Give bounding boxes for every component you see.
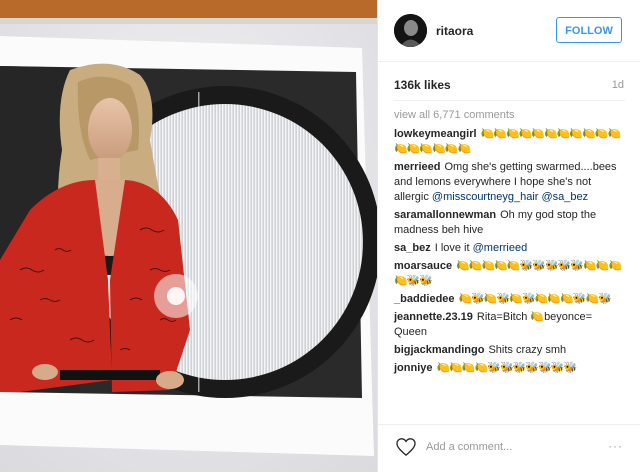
comment-text: Shits crazy smh bbox=[488, 344, 567, 356]
post-details-panel: ritaora FOLLOW 136k likes 1d view all 6,… bbox=[377, 0, 640, 472]
comment-text: I love it bbox=[434, 242, 470, 254]
comment-username[interactable]: lowkeymeangirl bbox=[394, 128, 477, 140]
comment-mention[interactable]: @misscourtneyg_hair @sa_bez bbox=[432, 191, 588, 203]
post-time: 1d bbox=[611, 79, 624, 91]
polaroid-print bbox=[0, 36, 377, 456]
comment-item: jonniye 🍋🍋🍋🍋🐝🐝🐝🐝🐝🐝🐝 bbox=[394, 361, 626, 376]
comment-item: _baddiedee 🍋🐝🍋🐝🍋🐝🍋🍋🍋🐝🍋🐝 bbox=[394, 292, 626, 307]
comment-item: bigjackmandingo Shits crazy smh bbox=[394, 343, 626, 358]
comment-text: 🍋🐝🍋🐝🍋🐝🍋🍋🍋🐝🍋🐝 bbox=[458, 293, 612, 305]
follow-button[interactable]: FOLLOW bbox=[556, 17, 622, 43]
comment-item: merrieed Omg she's getting swarmed....bee… bbox=[394, 160, 626, 205]
heart-icon[interactable] bbox=[396, 438, 416, 461]
likes-count[interactable]: 136k likes bbox=[394, 78, 451, 92]
comment-item: moarsauce 🍋🍋🍋🍋🍋🐝🐝🐝🐝🐝🍋🍋🍋🍋🐝🐝 bbox=[394, 259, 626, 289]
comment-username[interactable]: merrieed bbox=[394, 161, 440, 173]
comment-username[interactable]: jeannette.23.19 bbox=[394, 311, 473, 323]
comment-text: 🍋🍋🍋🍋🐝🐝🐝🐝🐝🐝🐝 bbox=[436, 362, 578, 374]
avatar-image bbox=[394, 14, 427, 47]
comment-mention[interactable]: @merrieed bbox=[473, 242, 528, 254]
comment-username[interactable]: jonniye bbox=[394, 362, 433, 374]
comment-item: jeannette.23.19 Rita=Bitch 🍋beyonce= Quee… bbox=[394, 310, 626, 340]
comment-username[interactable]: _baddiedee bbox=[394, 293, 455, 305]
post-header: ritaora FOLLOW bbox=[378, 0, 640, 62]
avatar[interactable] bbox=[394, 14, 427, 47]
post-photo[interactable] bbox=[0, 0, 377, 472]
view-all-comments-link[interactable]: view all 6,771 comments bbox=[394, 108, 626, 123]
comment-item: lowkeymeangirl 🍋🍋🍋🍋🍋🍋🍋🍋🍋🍋🍋🍋🍋🍋🍋🍋🍋 bbox=[394, 127, 626, 157]
comment-item: sa_bez I love it @merrieed bbox=[394, 241, 626, 256]
comment-username[interactable]: moarsauce bbox=[394, 260, 452, 272]
photo-image bbox=[0, 0, 377, 472]
comment-username[interactable]: sa_bez bbox=[394, 242, 431, 254]
username-link[interactable]: ritaora bbox=[436, 24, 473, 38]
comment-item: saramallonnewman Oh my god stop the madne… bbox=[394, 208, 626, 238]
add-comment-input[interactable]: Add a comment... bbox=[426, 441, 512, 453]
divider bbox=[394, 100, 625, 101]
comments-list: view all 6,771 comments lowkeymeangirl 🍋🍋… bbox=[394, 108, 626, 379]
comment-username[interactable]: bigjackmandingo bbox=[394, 344, 484, 356]
more-options-icon[interactable]: ··· bbox=[608, 439, 623, 453]
comment-footer: Add a comment... ··· bbox=[378, 424, 640, 473]
comment-username[interactable]: saramallonnewman bbox=[394, 209, 496, 221]
